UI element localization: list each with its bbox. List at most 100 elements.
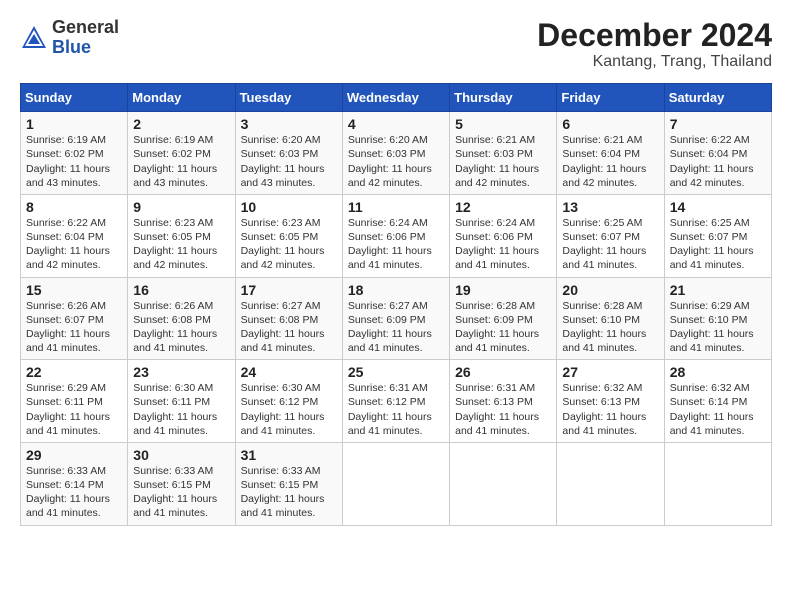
day-number: 6 [562, 116, 659, 132]
day-number: 21 [670, 282, 767, 298]
day-info: Sunrise: 6:23 AMSunset: 6:05 PMDaylight:… [241, 217, 325, 272]
col-saturday: Saturday [664, 84, 771, 112]
empty-cell [450, 442, 557, 525]
day-number: 26 [455, 364, 552, 380]
table-cell: 15 Sunrise: 6:26 AMSunset: 6:07 PMDaylig… [21, 277, 128, 360]
day-info: Sunrise: 6:33 AMSunset: 6:14 PMDaylight:… [26, 465, 110, 520]
page-title: December 2024 [537, 18, 772, 53]
day-info: Sunrise: 6:33 AMSunset: 6:15 PMDaylight:… [241, 465, 325, 520]
logo-text: General Blue [52, 18, 119, 58]
day-number: 11 [348, 199, 445, 215]
day-number: 19 [455, 282, 552, 298]
day-number: 4 [348, 116, 445, 132]
day-info: Sunrise: 6:30 AMSunset: 6:11 PMDaylight:… [133, 382, 217, 437]
day-number: 5 [455, 116, 552, 132]
table-cell: 3 Sunrise: 6:20 AMSunset: 6:03 PMDayligh… [235, 112, 342, 195]
day-number: 10 [241, 199, 338, 215]
day-info: Sunrise: 6:21 AMSunset: 6:03 PMDaylight:… [455, 134, 539, 189]
table-cell: 18 Sunrise: 6:27 AMSunset: 6:09 PMDaylig… [342, 277, 449, 360]
day-info: Sunrise: 6:29 AMSunset: 6:10 PMDaylight:… [670, 300, 754, 355]
table-cell: 19 Sunrise: 6:28 AMSunset: 6:09 PMDaylig… [450, 277, 557, 360]
empty-cell [664, 442, 771, 525]
empty-cell [557, 442, 664, 525]
day-number: 3 [241, 116, 338, 132]
table-row: 22 Sunrise: 6:29 AMSunset: 6:11 PMDaylig… [21, 360, 772, 443]
day-info: Sunrise: 6:28 AMSunset: 6:09 PMDaylight:… [455, 300, 539, 355]
table-cell: 25 Sunrise: 6:31 AMSunset: 6:12 PMDaylig… [342, 360, 449, 443]
day-info: Sunrise: 6:27 AMSunset: 6:08 PMDaylight:… [241, 300, 325, 355]
day-info: Sunrise: 6:31 AMSunset: 6:13 PMDaylight:… [455, 382, 539, 437]
table-cell: 30 Sunrise: 6:33 AMSunset: 6:15 PMDaylig… [128, 442, 235, 525]
day-info: Sunrise: 6:29 AMSunset: 6:11 PMDaylight:… [26, 382, 110, 437]
day-info: Sunrise: 6:22 AMSunset: 6:04 PMDaylight:… [670, 134, 754, 189]
day-number: 18 [348, 282, 445, 298]
day-info: Sunrise: 6:30 AMSunset: 6:12 PMDaylight:… [241, 382, 325, 437]
day-info: Sunrise: 6:21 AMSunset: 6:04 PMDaylight:… [562, 134, 646, 189]
day-info: Sunrise: 6:24 AMSunset: 6:06 PMDaylight:… [455, 217, 539, 272]
table-cell: 4 Sunrise: 6:20 AMSunset: 6:03 PMDayligh… [342, 112, 449, 195]
day-info: Sunrise: 6:19 AMSunset: 6:02 PMDaylight:… [26, 134, 110, 189]
day-number: 22 [26, 364, 123, 380]
day-info: Sunrise: 6:27 AMSunset: 6:09 PMDaylight:… [348, 300, 432, 355]
day-number: 31 [241, 447, 338, 463]
table-cell: 16 Sunrise: 6:26 AMSunset: 6:08 PMDaylig… [128, 277, 235, 360]
table-cell: 5 Sunrise: 6:21 AMSunset: 6:03 PMDayligh… [450, 112, 557, 195]
header-row: Sunday Monday Tuesday Wednesday Thursday… [21, 84, 772, 112]
day-info: Sunrise: 6:26 AMSunset: 6:07 PMDaylight:… [26, 300, 110, 355]
table-cell: 13 Sunrise: 6:25 AMSunset: 6:07 PMDaylig… [557, 194, 664, 277]
table-cell: 14 Sunrise: 6:25 AMSunset: 6:07 PMDaylig… [664, 194, 771, 277]
empty-cell [342, 442, 449, 525]
table-cell: 26 Sunrise: 6:31 AMSunset: 6:13 PMDaylig… [450, 360, 557, 443]
table-cell: 1 Sunrise: 6:19 AMSunset: 6:02 PMDayligh… [21, 112, 128, 195]
logo-icon [20, 24, 48, 52]
page-subtitle: Kantang, Trang, Thailand [537, 53, 772, 71]
table-cell: 10 Sunrise: 6:23 AMSunset: 6:05 PMDaylig… [235, 194, 342, 277]
day-number: 30 [133, 447, 230, 463]
day-info: Sunrise: 6:20 AMSunset: 6:03 PMDaylight:… [241, 134, 325, 189]
table-cell: 23 Sunrise: 6:30 AMSunset: 6:11 PMDaylig… [128, 360, 235, 443]
table-cell: 17 Sunrise: 6:27 AMSunset: 6:08 PMDaylig… [235, 277, 342, 360]
day-info: Sunrise: 6:19 AMSunset: 6:02 PMDaylight:… [133, 134, 217, 189]
col-thursday: Thursday [450, 84, 557, 112]
table-cell: 6 Sunrise: 6:21 AMSunset: 6:04 PMDayligh… [557, 112, 664, 195]
day-number: 27 [562, 364, 659, 380]
day-number: 16 [133, 282, 230, 298]
table-row: 29 Sunrise: 6:33 AMSunset: 6:14 PMDaylig… [21, 442, 772, 525]
day-info: Sunrise: 6:26 AMSunset: 6:08 PMDaylight:… [133, 300, 217, 355]
table-cell: 28 Sunrise: 6:32 AMSunset: 6:14 PMDaylig… [664, 360, 771, 443]
day-number: 29 [26, 447, 123, 463]
table-cell: 8 Sunrise: 6:22 AMSunset: 6:04 PMDayligh… [21, 194, 128, 277]
day-number: 12 [455, 199, 552, 215]
day-info: Sunrise: 6:32 AMSunset: 6:13 PMDaylight:… [562, 382, 646, 437]
day-number: 14 [670, 199, 767, 215]
day-number: 2 [133, 116, 230, 132]
day-info: Sunrise: 6:25 AMSunset: 6:07 PMDaylight:… [670, 217, 754, 272]
logo: General Blue [20, 18, 119, 58]
day-number: 8 [26, 199, 123, 215]
table-row: 15 Sunrise: 6:26 AMSunset: 6:07 PMDaylig… [21, 277, 772, 360]
calendar-table: Sunday Monday Tuesday Wednesday Thursday… [20, 83, 772, 525]
logo-blue: Blue [52, 38, 119, 58]
day-number: 17 [241, 282, 338, 298]
day-number: 23 [133, 364, 230, 380]
table-cell: 22 Sunrise: 6:29 AMSunset: 6:11 PMDaylig… [21, 360, 128, 443]
logo-general: General [52, 18, 119, 38]
table-cell: 7 Sunrise: 6:22 AMSunset: 6:04 PMDayligh… [664, 112, 771, 195]
col-monday: Monday [128, 84, 235, 112]
day-number: 1 [26, 116, 123, 132]
day-info: Sunrise: 6:22 AMSunset: 6:04 PMDaylight:… [26, 217, 110, 272]
day-number: 15 [26, 282, 123, 298]
day-info: Sunrise: 6:32 AMSunset: 6:14 PMDaylight:… [670, 382, 754, 437]
table-cell: 21 Sunrise: 6:29 AMSunset: 6:10 PMDaylig… [664, 277, 771, 360]
day-number: 7 [670, 116, 767, 132]
day-number: 20 [562, 282, 659, 298]
day-number: 28 [670, 364, 767, 380]
day-number: 24 [241, 364, 338, 380]
table-row: 1 Sunrise: 6:19 AMSunset: 6:02 PMDayligh… [21, 112, 772, 195]
day-number: 13 [562, 199, 659, 215]
table-cell: 11 Sunrise: 6:24 AMSunset: 6:06 PMDaylig… [342, 194, 449, 277]
day-info: Sunrise: 6:20 AMSunset: 6:03 PMDaylight:… [348, 134, 432, 189]
table-cell: 20 Sunrise: 6:28 AMSunset: 6:10 PMDaylig… [557, 277, 664, 360]
day-info: Sunrise: 6:31 AMSunset: 6:12 PMDaylight:… [348, 382, 432, 437]
col-tuesday: Tuesday [235, 84, 342, 112]
